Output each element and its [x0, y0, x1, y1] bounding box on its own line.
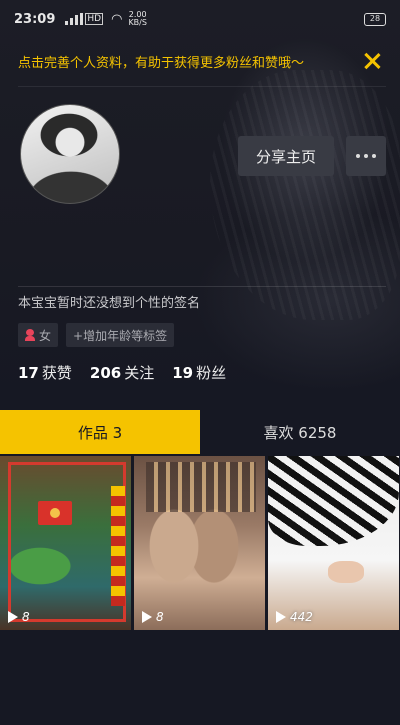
following-count: 206 — [89, 364, 122, 382]
play-count-value: 8 — [22, 610, 30, 624]
video-grid: 8 8 442 — [0, 456, 400, 630]
hd-label: HD — [85, 13, 104, 25]
followers-count: 19 — [172, 364, 194, 382]
more-icon — [356, 154, 360, 158]
gender-tag-label: 女 — [39, 328, 52, 343]
thumbnail-banner — [111, 486, 125, 606]
gender-tag[interactable]: 女 — [18, 323, 59, 347]
red-envelope-icon — [38, 501, 72, 525]
building-windows — [146, 462, 256, 512]
profile-bio[interactable]: 本宝宝暂时还没想到个性的签名 — [18, 292, 200, 311]
signal-icon — [65, 13, 84, 25]
play-count: 442 — [276, 610, 313, 624]
following-label: 关注 — [124, 364, 155, 382]
hand-shape — [328, 561, 364, 583]
profile-completion-notice[interactable]: 点击完善个人资料，有助于获得更多粉丝和赞哦～ — [0, 40, 400, 82]
likes-count: 17 — [18, 364, 39, 382]
video-thumbnail[interactable]: 8 — [0, 456, 131, 630]
play-count: 8 — [142, 610, 164, 624]
speed-unit: KB/S — [128, 18, 147, 27]
network-speed: 2.00 KB/S — [128, 11, 147, 27]
status-time: 23:09 — [14, 11, 56, 27]
share-profile-button[interactable]: 分享主页 — [238, 136, 334, 176]
followers-label: 粉丝 — [196, 364, 227, 382]
following-stat[interactable]: 206 关注 — [90, 362, 154, 383]
female-icon — [25, 329, 35, 341]
video-thumbnail[interactable]: 8 — [134, 456, 265, 630]
play-icon — [8, 611, 18, 623]
likes-stat[interactable]: 17 获赞 — [18, 362, 72, 383]
wifi-icon: ◠ — [111, 11, 123, 27]
play-icon — [276, 611, 286, 623]
divider — [18, 286, 386, 287]
likes-label: 获赞 — [41, 364, 72, 382]
tab-works[interactable]: 作品 3 — [0, 410, 200, 454]
notice-text: 点击完善个人资料，有助于获得更多粉丝和赞哦～ — [18, 55, 305, 71]
status-bar: 23:09 HD ◠ 2.00 KB/S 28 — [0, 0, 400, 38]
play-icon — [142, 611, 152, 623]
video-thumbnail[interactable]: 442 — [268, 456, 399, 630]
followers-stat[interactable]: 19 粉丝 — [172, 362, 226, 383]
play-count: 8 — [8, 610, 30, 624]
tab-likes[interactable]: 喜欢 6258 — [200, 410, 400, 454]
divider — [18, 86, 386, 87]
profile-stats: 17 获赞 206 关注 19 粉丝 — [18, 362, 226, 383]
battery-icon: 28 — [364, 12, 386, 26]
thumbnail-frame — [8, 462, 126, 622]
profile-tabs: 作品 3 喜欢 6258 — [0, 410, 400, 454]
profile-tags: 女 +增加年龄等标签 — [18, 323, 175, 347]
close-icon[interactable] — [362, 51, 382, 71]
play-count-value: 442 — [290, 610, 313, 624]
avatar[interactable] — [20, 104, 120, 204]
more-options-button[interactable] — [346, 136, 386, 176]
add-tag-button[interactable]: +增加年龄等标签 — [66, 323, 175, 347]
striped-sleeve — [268, 456, 399, 546]
play-count-value: 8 — [156, 610, 164, 624]
